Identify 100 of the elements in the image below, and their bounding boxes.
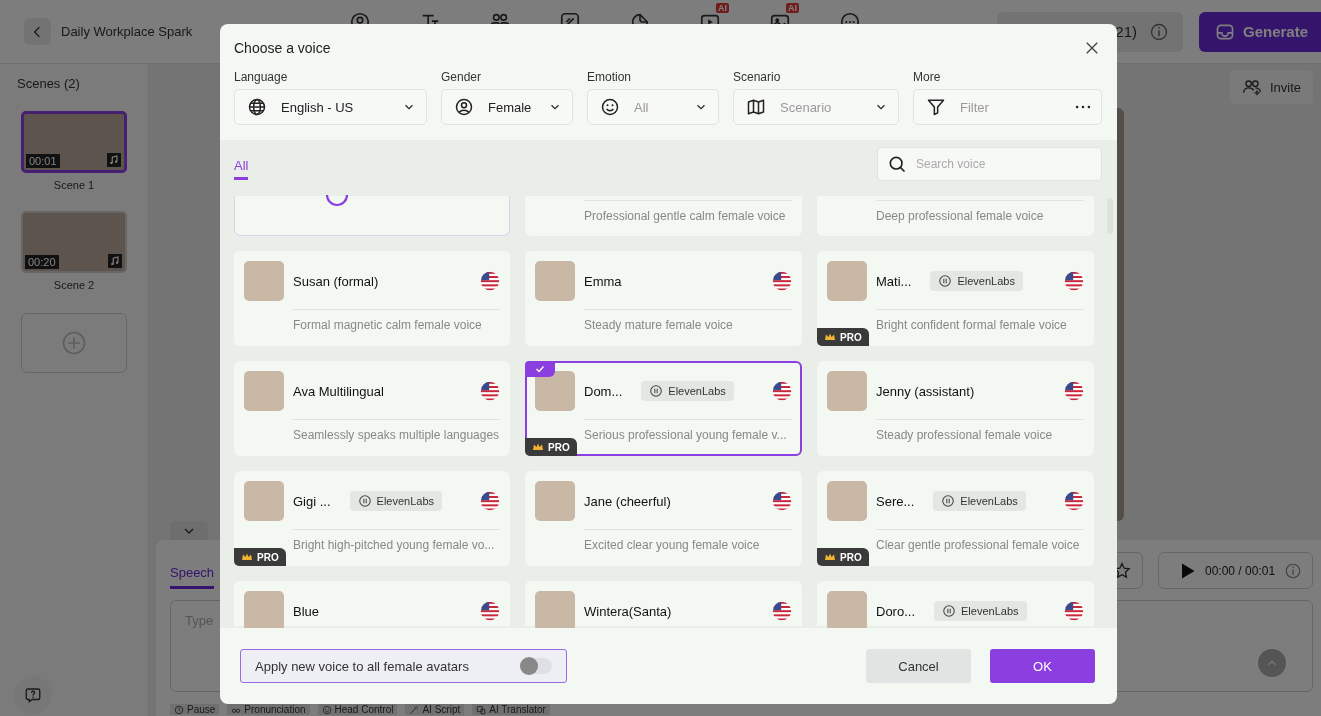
flag-icon (1064, 381, 1084, 401)
avatar-photo (535, 371, 575, 411)
flag-icon (772, 491, 792, 511)
avatar-photo (535, 261, 575, 301)
info-icon (1149, 21, 1169, 42)
voice-description: Clear gentle professional female voice (876, 538, 1081, 553)
pause-circle-icon (938, 274, 953, 288)
flag-icon (480, 271, 500, 291)
avatar-photo (827, 371, 867, 411)
map-icon (746, 97, 766, 117)
placeholder-text: Filter (960, 99, 990, 115)
search-field[interactable]: Search voice (877, 147, 1102, 181)
voice-card[interactable]: Wintera(Santa) (525, 581, 802, 626)
flag-icon (1064, 601, 1084, 621)
apply-toggle-row[interactable]: Apply new voice to all female avatars (240, 649, 567, 683)
speech-tab[interactable]: Speech (170, 556, 215, 589)
flag-icon (772, 601, 792, 621)
pro-label: PRO (257, 551, 279, 563)
voice-name: Ava Multilingual (293, 383, 384, 399)
avatar-photo (827, 261, 867, 301)
voice-card[interactable]: Dom... ElevenLabs Serious professional young female v... PRO (525, 361, 802, 456)
tool-chip[interactable]: AI Translator (472, 704, 550, 715)
provider-name: ElevenLabs (957, 275, 1015, 287)
search-icon (887, 154, 907, 174)
scene-thumbnail[interactable]: 00:20 (21, 211, 127, 273)
back-button[interactable] (24, 18, 51, 45)
toggle-switch[interactable] (520, 658, 552, 674)
voice-card[interactable]: Jane (cheerful) Excited clear young female voice (525, 471, 802, 566)
scenes-title: Scenes (2) (17, 76, 80, 91)
cancel-button[interactable]: Cancel (866, 649, 971, 683)
scene-thumbnail[interactable]: 00:01 (21, 111, 127, 173)
generate-button[interactable]: Generate (1199, 11, 1321, 52)
avatar-photo (244, 371, 284, 411)
avatar-photo (535, 481, 575, 521)
voice-name: Emma (584, 273, 622, 289)
globe-icon (247, 97, 267, 117)
pro-label: PRO (548, 441, 570, 453)
selected-value: Female (488, 99, 533, 115)
pause-circle-icon (357, 494, 372, 508)
tool-chip[interactable]: Pronunciation (227, 704, 310, 715)
ok-button[interactable]: OK (990, 649, 1095, 683)
avatar-photo (827, 591, 867, 628)
invite-button[interactable]: Invite (1229, 70, 1313, 104)
voice-card[interactable]: Doro... ElevenLabs (817, 581, 1094, 626)
voice-card[interactable]: Ava Multilingual Seamlessly speaks multiple languages (234, 361, 510, 456)
voice-description: Deep professional female voice (876, 209, 1045, 224)
voice-card[interactable]: Deep professional female voice (817, 196, 1094, 236)
avatar-photo (244, 481, 284, 521)
voice-card[interactable]: Sere... ElevenLabs Clear gentle professional female voice PRO (817, 471, 1094, 566)
filter-icon (926, 97, 946, 117)
help-button[interactable] (14, 676, 52, 714)
provider-name: ElevenLabs (961, 605, 1019, 617)
smiley-icon (600, 97, 620, 117)
voice-name: Susan (formal) (293, 273, 379, 289)
voice-name: Dom... (584, 383, 623, 399)
avatar-photo (244, 591, 284, 628)
scene-label: Scene 2 (53, 279, 95, 291)
smiley-icon (321, 704, 332, 715)
voice-description: Excited clear young female voice (584, 538, 761, 553)
filter-dropdown[interactable]: Female (441, 89, 573, 125)
voice-card[interactable]: Professional gentle calm female voice (525, 196, 802, 236)
people-add-icon (1241, 77, 1262, 97)
tool-chip[interactable]: Head Control (317, 704, 398, 715)
voice-description: Seamlessly speaks multiple languages (293, 428, 500, 443)
ai-badge: AI (786, 3, 799, 13)
check-icon (534, 363, 546, 375)
filter-dropdown[interactable]: Scenario (733, 89, 899, 125)
playback-time: 00:00 / 00:01 (1205, 563, 1276, 578)
avatar-photo (827, 481, 867, 521)
filter-tab[interactable]: All (234, 150, 249, 180)
voice-card[interactable]: Blue (234, 581, 510, 626)
flag-icon (480, 381, 500, 401)
voice-card[interactable]: Mati... ElevenLabs Bright confident formal female voice PRO (817, 251, 1094, 346)
filter-label: Emotion (587, 70, 633, 84)
voice-card[interactable]: Jenny (assistant) Steady professional female voice (817, 361, 1094, 456)
pause-circle-icon (941, 494, 956, 508)
flag-icon (480, 491, 500, 511)
voice-description: Steady professional female voice (876, 428, 1054, 443)
avatar-photo (535, 591, 575, 628)
help-icon (24, 686, 42, 704)
music-icon (107, 153, 121, 167)
pro-label: PRO (840, 551, 862, 563)
tool-chip[interactable]: AI Script (405, 704, 465, 715)
placeholder-text: Scenario (780, 99, 833, 115)
voice-card[interactable]: Gigi ... ElevenLabs Bright high-pitched young female vo... PRO (234, 471, 510, 566)
project-title: Daily Workplace Spark (61, 24, 194, 39)
tool-chip[interactable]: Pause (170, 704, 220, 715)
clock-icon (174, 704, 184, 715)
flag-icon (1064, 491, 1084, 511)
voice-description: Bright high-pitched young female vo... (293, 538, 496, 553)
more-icon (1075, 105, 1091, 109)
voice-card[interactable]: Emma Steady mature female voice (525, 251, 802, 346)
filter-dropdown[interactable]: All (587, 89, 719, 125)
selected-value: English - US (281, 99, 355, 115)
credits-text: 21) (1115, 23, 1137, 40)
voice-card[interactable]: Susan (formal) Formal magnetic calm female voice (234, 251, 510, 346)
provider-name: ElevenLabs (668, 385, 726, 397)
voice-name: Jenny (assistant) (876, 383, 975, 399)
filter-dropdown[interactable]: English - US (234, 89, 427, 125)
dialog-title: Choose a voice (234, 40, 332, 56)
